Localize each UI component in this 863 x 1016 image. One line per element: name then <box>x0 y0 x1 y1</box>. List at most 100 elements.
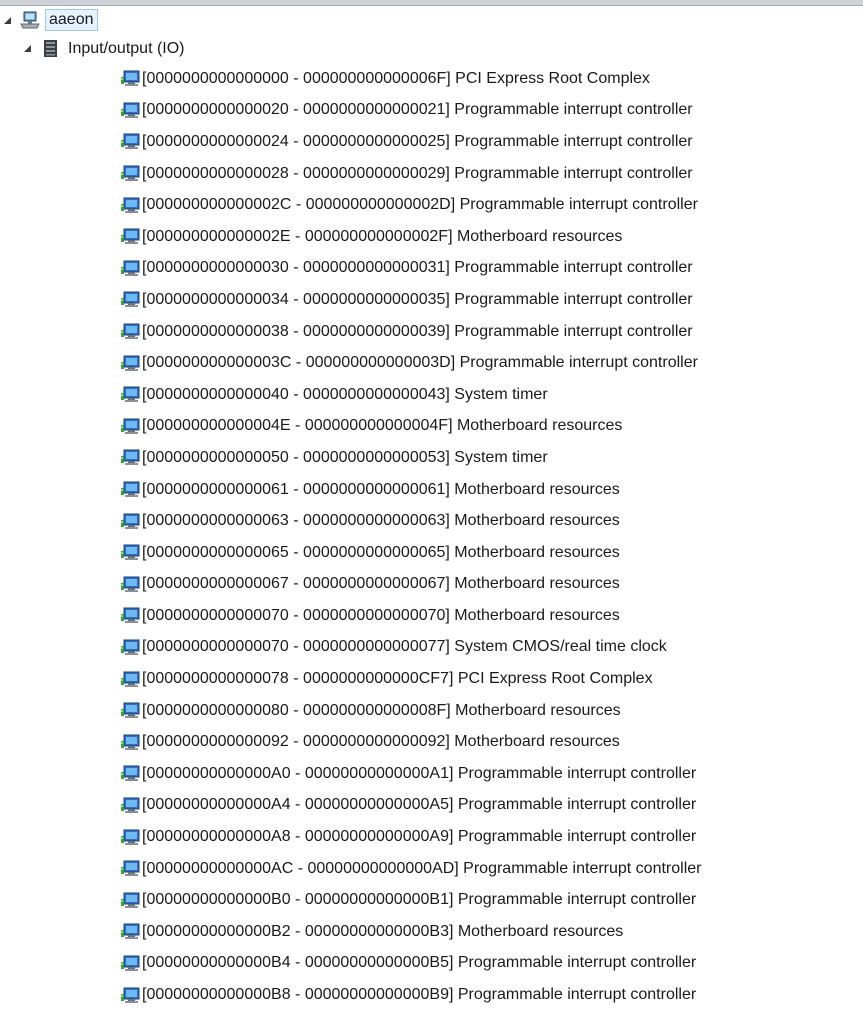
device-list-item-label[interactable]: [000000000000002E - 000000000000002F] Mo… <box>142 228 622 246</box>
device-monitor-icon <box>121 702 140 719</box>
device-monitor-icon <box>121 260 140 277</box>
device-list-item-label[interactable]: [0000000000000050 - 0000000000000053] Sy… <box>142 449 548 467</box>
device-list-item[interactable]: [0000000000000030 - 0000000000000031] Pr… <box>0 253 863 285</box>
device-list-item[interactable]: [0000000000000070 - 0000000000000070] Mo… <box>0 600 863 632</box>
device-monitor-icon <box>121 544 140 561</box>
computer-icon <box>20 10 40 30</box>
device-list-item-label[interactable]: [0000000000000063 - 0000000000000063] Mo… <box>142 512 620 530</box>
device-list-item[interactable]: [00000000000000B8 - 00000000000000B9] Pr… <box>0 979 863 1011</box>
device-monitor-icon <box>121 386 140 403</box>
device-list-item[interactable]: [00000000000000B0 - 00000000000000B1] Pr… <box>0 884 863 916</box>
device-list-item[interactable]: [000000000000002E - 000000000000002F] Mo… <box>0 221 863 253</box>
device-list-item[interactable]: [00000000000000B2 - 00000000000000B3] Mo… <box>0 916 863 948</box>
device-list-item[interactable]: [000000000000002C - 000000000000002D] Pr… <box>0 189 863 221</box>
device-list-item[interactable]: [0000000000000078 - 0000000000000CF7] PC… <box>0 663 863 695</box>
tree-node-category[interactable]: Input/output (IO) <box>0 34 863 63</box>
device-list-item-label[interactable]: [0000000000000065 - 0000000000000065] Mo… <box>142 544 620 562</box>
device-list-item-label[interactable]: [0000000000000092 - 0000000000000092] Mo… <box>142 733 620 751</box>
device-monitor-icon <box>121 197 140 214</box>
device-monitor-icon <box>121 323 140 340</box>
device-monitor-icon <box>121 355 140 372</box>
expand-arrow-icon[interactable] <box>23 44 32 53</box>
device-list-item-label[interactable]: [0000000000000034 - 0000000000000035] Pr… <box>142 291 693 309</box>
device-list-item[interactable]: [0000000000000080 - 000000000000008F] Mo… <box>0 695 863 727</box>
device-monitor-icon <box>121 829 140 846</box>
device-monitor-icon <box>121 892 140 909</box>
device-list-item-label[interactable]: [0000000000000070 - 0000000000000077] Sy… <box>142 638 667 656</box>
device-monitor-icon <box>121 133 140 150</box>
device-list-item[interactable]: [0000000000000092 - 0000000000000092] Mo… <box>0 726 863 758</box>
device-list-item-label[interactable]: [000000000000003C - 000000000000003D] Pr… <box>142 354 698 372</box>
device-list-item-label[interactable]: [00000000000000A8 - 00000000000000A9] Pr… <box>142 828 696 846</box>
device-list-item-label[interactable]: [0000000000000020 - 0000000000000021] Pr… <box>142 101 693 119</box>
device-list-item-label[interactable]: [0000000000000030 - 0000000000000031] Pr… <box>142 259 693 277</box>
device-list-item[interactable]: [0000000000000050 - 0000000000000053] Sy… <box>0 442 863 474</box>
expand-arrow-icon[interactable] <box>3 16 12 25</box>
device-monitor-icon <box>121 576 140 593</box>
device-list-item-label[interactable]: [00000000000000A4 - 00000000000000A5] Pr… <box>142 796 696 814</box>
device-list-item[interactable]: [0000000000000067 - 0000000000000067] Mo… <box>0 569 863 601</box>
tree-node-category-label[interactable]: Input/output (IO) <box>68 40 185 58</box>
device-monitor-icon <box>121 418 140 435</box>
device-monitor-icon <box>121 955 140 972</box>
device-list-item[interactable]: [0000000000000028 - 0000000000000029] Pr… <box>0 158 863 190</box>
device-list-item[interactable]: [00000000000000A0 - 00000000000000A1] Pr… <box>0 758 863 790</box>
device-list-item[interactable]: [0000000000000065 - 0000000000000065] Mo… <box>0 537 863 569</box>
device-monitor-icon <box>121 449 140 466</box>
device-list-item-label[interactable]: [0000000000000028 - 0000000000000029] Pr… <box>142 165 693 183</box>
device-list-item-label[interactable]: [0000000000000040 - 0000000000000043] Sy… <box>142 386 548 404</box>
device-list-item-label[interactable]: [000000000000002C - 000000000000002D] Pr… <box>142 196 698 214</box>
tree-node-root[interactable]: aaeon <box>0 6 863 34</box>
device-list-item[interactable]: [00000000000000AC - 00000000000000AD] Pr… <box>0 853 863 885</box>
device-list-item-label[interactable]: [0000000000000061 - 0000000000000061] Mo… <box>142 481 620 499</box>
device-list-item[interactable]: [00000000000000A4 - 00000000000000A5] Pr… <box>0 790 863 822</box>
tree-node-root-label[interactable]: aaeon <box>45 9 98 31</box>
device-list-item[interactable]: [0000000000000024 - 0000000000000025] Pr… <box>0 126 863 158</box>
device-monitor-icon <box>121 671 140 688</box>
device-monitor-icon <box>121 513 140 530</box>
device-list-item-label[interactable]: [00000000000000B8 - 00000000000000B9] Pr… <box>142 986 696 1004</box>
device-monitor-icon <box>121 765 140 782</box>
device-list-item[interactable]: [000000000000004E - 000000000000004F] Mo… <box>0 411 863 443</box>
device-list: [0000000000000000 - 000000000000006F] PC… <box>0 63 863 1011</box>
device-monitor-icon <box>121 797 140 814</box>
device-monitor-icon <box>121 987 140 1004</box>
device-list-item[interactable]: [000000000000003C - 000000000000003D] Pr… <box>0 347 863 379</box>
device-monitor-icon <box>121 228 140 245</box>
device-monitor-icon <box>121 165 140 182</box>
device-list-item[interactable]: [0000000000000034 - 0000000000000035] Pr… <box>0 284 863 316</box>
device-monitor-icon <box>121 70 140 87</box>
device-monitor-icon <box>121 607 140 624</box>
device-list-item[interactable]: [0000000000000040 - 0000000000000043] Sy… <box>0 379 863 411</box>
device-list-item[interactable]: [0000000000000000 - 000000000000006F] PC… <box>0 63 863 95</box>
device-list-item-label[interactable]: [000000000000004E - 000000000000004F] Mo… <box>142 417 622 435</box>
device-list-item-label[interactable]: [0000000000000038 - 0000000000000039] Pr… <box>142 323 693 341</box>
io-chip-icon <box>42 39 59 58</box>
device-monitor-icon <box>121 102 140 119</box>
device-list-item[interactable]: [0000000000000061 - 0000000000000061] Mo… <box>0 474 863 506</box>
device-list-item[interactable]: [00000000000000A8 - 00000000000000A9] Pr… <box>0 821 863 853</box>
device-list-item-label[interactable]: [0000000000000080 - 000000000000008F] Mo… <box>142 702 621 720</box>
device-list-item[interactable]: [00000000000000B4 - 00000000000000B5] Pr… <box>0 948 863 980</box>
device-list-item-label[interactable]: [00000000000000B0 - 00000000000000B1] Pr… <box>142 891 696 909</box>
device-monitor-icon <box>121 291 140 308</box>
device-monitor-icon <box>121 734 140 751</box>
device-list-item[interactable]: [0000000000000038 - 0000000000000039] Pr… <box>0 316 863 348</box>
device-list-item-label[interactable]: [0000000000000078 - 0000000000000CF7] PC… <box>142 670 653 688</box>
device-monitor-icon <box>121 639 140 656</box>
device-list-item-label[interactable]: [0000000000000024 - 0000000000000025] Pr… <box>142 133 693 151</box>
device-monitor-icon <box>121 860 140 877</box>
device-list-item[interactable]: [0000000000000070 - 0000000000000077] Sy… <box>0 632 863 664</box>
device-list-item-label[interactable]: [00000000000000B4 - 00000000000000B5] Pr… <box>142 954 696 972</box>
device-monitor-icon <box>121 923 140 940</box>
device-tree[interactable]: aaeon Input/output (IO) [000000000000000… <box>0 6 863 1011</box>
device-list-item-label[interactable]: [00000000000000B2 - 00000000000000B3] Mo… <box>142 923 623 941</box>
device-list-item[interactable]: [0000000000000020 - 0000000000000021] Pr… <box>0 95 863 127</box>
device-list-item-label[interactable]: [00000000000000A0 - 00000000000000A1] Pr… <box>142 765 696 783</box>
device-list-item-label[interactable]: [0000000000000000 - 000000000000006F] PC… <box>142 70 650 88</box>
device-monitor-icon <box>121 481 140 498</box>
device-list-item[interactable]: [0000000000000063 - 0000000000000063] Mo… <box>0 505 863 537</box>
device-list-item-label[interactable]: [0000000000000067 - 0000000000000067] Mo… <box>142 575 620 593</box>
device-list-item-label[interactable]: [0000000000000070 - 0000000000000070] Mo… <box>142 607 620 625</box>
device-list-item-label[interactable]: [00000000000000AC - 00000000000000AD] Pr… <box>142 860 701 878</box>
